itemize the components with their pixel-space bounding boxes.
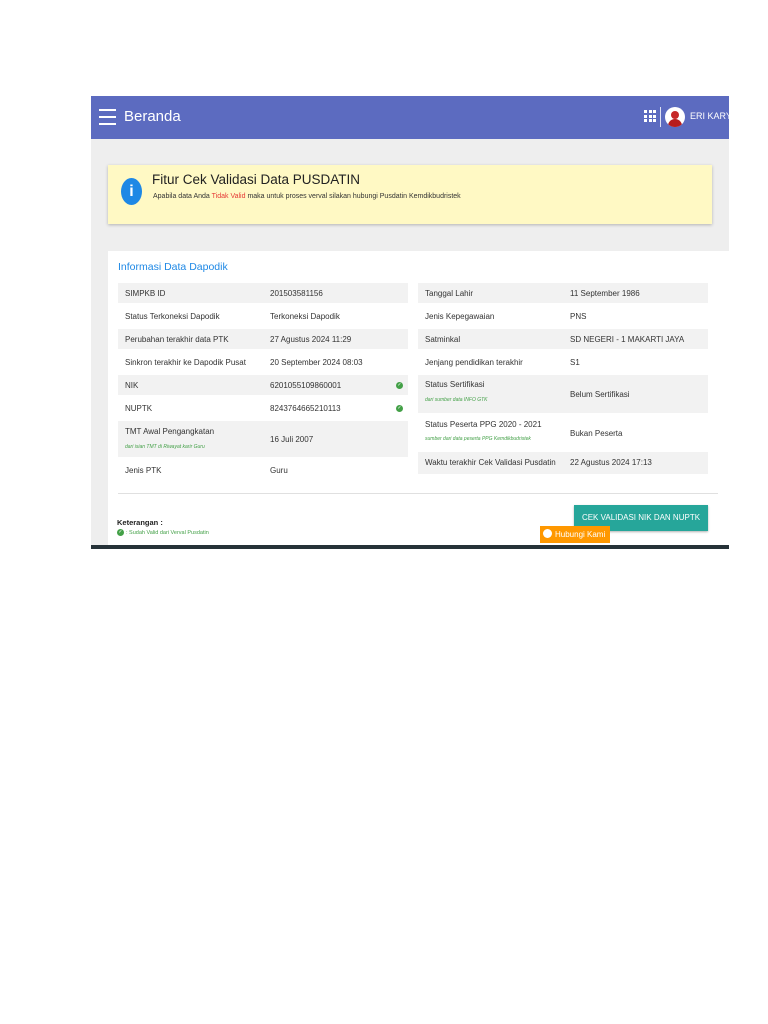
info-row-kepegawaian: Jenis Kepegawaian PNS	[425, 312, 587, 321]
validation-info-alert: i Fitur Cek Validasi Data PUSDATIN Apabi…	[108, 165, 712, 224]
apps-grid-icon[interactable]	[644, 110, 656, 122]
alert-message: Apabila data Anda Tidak Valid maka untuk…	[153, 193, 461, 200]
chat-icon	[543, 529, 552, 539]
valid-check-icon: ✓	[396, 405, 403, 412]
info-row-ppg: Status Peserta PPG 2020 - 2021 sumber da…	[425, 420, 623, 442]
info-row-sertifikasi: Status Sertifikasi dari sumber data INFO…	[418, 375, 708, 413]
info-row-perubahan-ptk: Perubahan terakhir data PTK 27 Agustus 20…	[118, 329, 408, 349]
hamburger-menu-icon[interactable]	[99, 109, 116, 125]
info-row-jenjang: Jenjang pendidikan terakhir S1	[425, 358, 580, 367]
dapodik-info-card: Informasi Data Dapodik SIMPKB ID 20150358…	[108, 251, 729, 549]
top-app-bar: Beranda ERI KARYATI	[91, 96, 729, 139]
info-row-simpkb: SIMPKB ID 201503581156	[118, 283, 408, 303]
valid-check-icon: ✓	[117, 529, 124, 536]
taskbar-strip	[91, 545, 729, 549]
info-row-satminkal: Satminkal SD NEGERI - 1 MAKARTI JAYA	[418, 329, 708, 349]
invalid-highlight: Tidak Valid	[211, 193, 246, 200]
info-row-status-dapodik: Status Terkoneksi Dapodik Terkoneksi Dapo…	[125, 312, 340, 321]
info-row-nuptk: NUPTK 8243764665210113 ✓	[125, 404, 403, 413]
alert-title: Fitur Cek Validasi Data PUSDATIN	[152, 172, 361, 187]
info-icon: i	[121, 178, 142, 205]
user-avatar[interactable]	[665, 107, 685, 127]
info-row-tanggal-lahir: Tanggal Lahir 11 September 1986	[418, 283, 708, 303]
legend-valid: ✓: Sudah Valid dari Verval Pusdatin	[117, 529, 209, 536]
info-row-nik: NIK 6201055109860001 ✓	[118, 375, 408, 395]
screenshot-frame: Beranda ERI KARYATI i Fitur Cek Validasi…	[91, 96, 729, 549]
hubungi-kami-button[interactable]: Hubungi Kami	[540, 526, 611, 543]
info-row-jenis-ptk: Jenis PTK Guru	[125, 466, 288, 475]
section-divider	[118, 493, 718, 494]
info-row-tmt: TMT Awal Pengangkatan dari isian TMT di …	[118, 421, 408, 457]
page-title: Beranda	[124, 108, 181, 125]
info-row-sinkron: Sinkron terakhir ke Dapodik Pusat 20 Sept…	[125, 358, 363, 367]
user-name[interactable]: ERI KARYATI	[690, 111, 729, 121]
topbar-divider	[660, 107, 661, 127]
valid-check-icon: ✓	[396, 382, 403, 389]
keterangan-label: Keterangan :	[117, 518, 163, 527]
info-row-waktu-cek: Waktu terakhir Cek Validasi Pusdatin 22 A…	[418, 452, 708, 474]
card-title: Informasi Data Dapodik	[118, 261, 228, 273]
